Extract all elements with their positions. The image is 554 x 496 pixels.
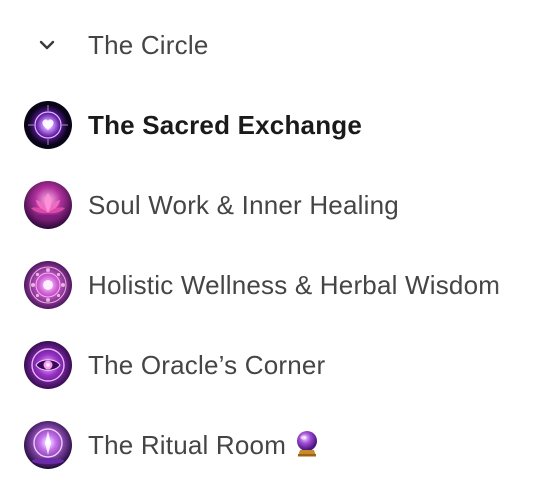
oracle-eye-icon bbox=[24, 341, 72, 389]
channel-label-text: The Ritual Room bbox=[88, 429, 287, 460]
label-fade-overlay bbox=[494, 245, 554, 325]
channel-list: The Sacred Exchange Soul Work & Inner He… bbox=[0, 85, 554, 485]
chevron-down-icon[interactable] bbox=[36, 34, 58, 56]
sacred-heart-orb-icon bbox=[24, 101, 72, 149]
herbal-mandala-icon bbox=[24, 261, 72, 309]
lotus-icon bbox=[24, 181, 72, 229]
channel-label: The Sacred Exchange bbox=[88, 109, 363, 140]
channel-item-ritual-room[interactable]: The Ritual Room bbox=[0, 405, 554, 485]
channel-item-sacred-exchange[interactable]: The Sacred Exchange bbox=[0, 85, 554, 165]
channel-label: Soul Work & Inner Healing bbox=[88, 189, 399, 220]
channel-item-oracles-corner[interactable]: The Oracle’s Corner bbox=[0, 325, 554, 405]
crystal-ball-icon bbox=[294, 430, 320, 458]
channel-item-holistic-wellness[interactable]: Holistic Wellness & Herbal Wisdom bbox=[0, 245, 554, 325]
group-header-the-circle[interactable]: The Circle bbox=[0, 18, 554, 72]
group-title: The Circle bbox=[88, 29, 209, 60]
channel-label: The Ritual Room bbox=[88, 430, 320, 461]
ritual-circle-icon bbox=[24, 421, 72, 469]
channel-label: Holistic Wellness & Herbal Wisdom bbox=[88, 269, 501, 300]
channel-item-soul-work[interactable]: Soul Work & Inner Healing bbox=[0, 165, 554, 245]
channel-label: The Oracle’s Corner bbox=[88, 349, 326, 380]
